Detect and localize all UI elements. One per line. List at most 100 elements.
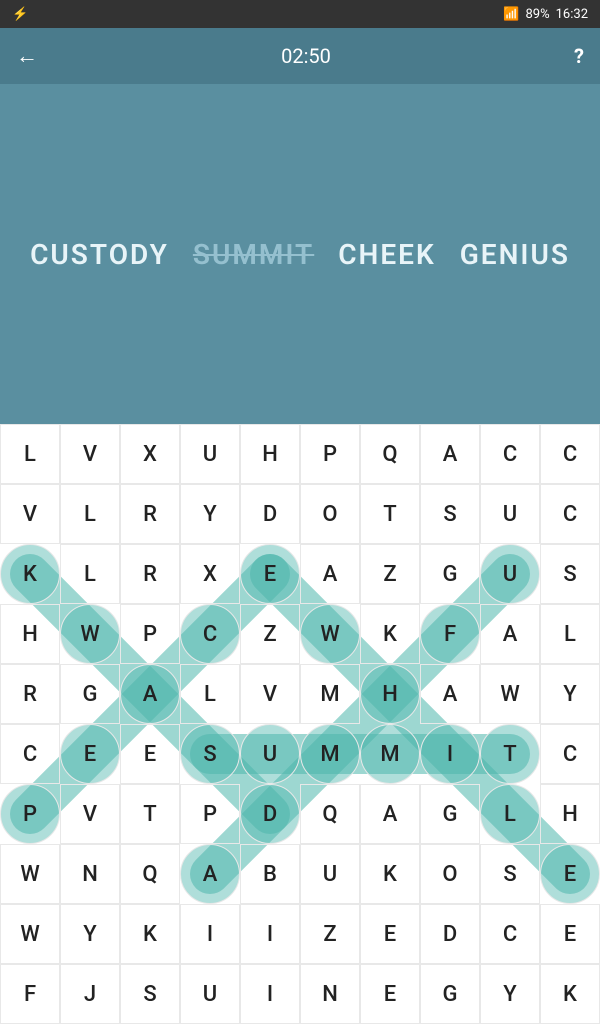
grid-cell[interactable]: H xyxy=(0,604,60,664)
grid-cell[interactable]: C xyxy=(540,724,600,784)
grid-cell[interactable]: O xyxy=(420,844,480,904)
grid-cell[interactable]: K xyxy=(0,544,60,604)
grid-cell[interactable]: X xyxy=(180,544,240,604)
grid-cell[interactable]: X xyxy=(120,424,180,484)
grid-cell[interactable]: M xyxy=(360,724,420,784)
grid-cell[interactable]: R xyxy=(120,544,180,604)
grid-cell[interactable]: R xyxy=(120,484,180,544)
grid-cell[interactable]: P xyxy=(0,784,60,844)
grid-cell[interactable]: T xyxy=(360,484,420,544)
grid-cell[interactable]: S xyxy=(120,964,180,1024)
grid-cell[interactable]: Q xyxy=(300,784,360,844)
grid-cell[interactable]: V xyxy=(240,664,300,724)
grid-cell[interactable]: T xyxy=(120,784,180,844)
grid-cell[interactable]: A xyxy=(180,844,240,904)
grid-cell[interactable]: L xyxy=(180,664,240,724)
grid-cell[interactable]: Z xyxy=(360,544,420,604)
grid-cell[interactable]: C xyxy=(480,904,540,964)
grid-cell[interactable]: V xyxy=(60,424,120,484)
grid-cell[interactable]: I xyxy=(240,904,300,964)
grid-cell[interactable]: Y xyxy=(180,484,240,544)
grid-cell[interactable]: N xyxy=(60,844,120,904)
grid-cell[interactable]: K xyxy=(540,964,600,1024)
grid-cell[interactable]: W xyxy=(0,904,60,964)
grid-cell[interactable]: A xyxy=(420,664,480,724)
grid-cell[interactable]: W xyxy=(480,664,540,724)
grid-cell[interactable]: T xyxy=(480,724,540,784)
grid-cell[interactable]: V xyxy=(0,484,60,544)
grid-cell[interactable]: J xyxy=(60,964,120,1024)
grid-cell[interactable]: K xyxy=(360,604,420,664)
grid-cell[interactable]: C xyxy=(180,604,240,664)
grid-cell[interactable]: M xyxy=(300,724,360,784)
grid-cell[interactable]: W xyxy=(60,604,120,664)
grid-cell[interactable]: P xyxy=(180,784,240,844)
grid-cell[interactable]: U xyxy=(480,484,540,544)
grid-cell[interactable]: A xyxy=(300,544,360,604)
grid-cell[interactable]: U xyxy=(300,844,360,904)
grid-cell[interactable]: U xyxy=(240,724,300,784)
grid-cell[interactable]: C xyxy=(540,424,600,484)
grid-cell[interactable]: P xyxy=(120,604,180,664)
grid-cell[interactable]: I xyxy=(420,724,480,784)
grid-cell[interactable]: F xyxy=(0,964,60,1024)
grid-cell[interactable]: E xyxy=(540,844,600,904)
grid-cell[interactable]: D xyxy=(420,904,480,964)
grid-cell[interactable]: S xyxy=(180,724,240,784)
grid-cell[interactable]: G xyxy=(420,544,480,604)
grid-cell[interactable]: G xyxy=(60,664,120,724)
grid-cell[interactable]: Y xyxy=(540,664,600,724)
grid-cell[interactable]: S xyxy=(540,544,600,604)
grid-cell[interactable]: O xyxy=(300,484,360,544)
grid-cell[interactable]: Q xyxy=(120,844,180,904)
grid-cell[interactable]: P xyxy=(300,424,360,484)
grid-cell[interactable]: R xyxy=(0,664,60,724)
grid-cell[interactable]: L xyxy=(480,784,540,844)
grid-cell[interactable]: E xyxy=(120,724,180,784)
grid-cell[interactable]: A xyxy=(420,424,480,484)
grid-cell[interactable]: F xyxy=(420,604,480,664)
grid-cell[interactable]: A xyxy=(120,664,180,724)
grid-cell[interactable]: W xyxy=(300,604,360,664)
grid-cell[interactable]: G xyxy=(420,964,480,1024)
grid-cell[interactable]: Z xyxy=(300,904,360,964)
grid-cell[interactable]: G xyxy=(420,784,480,844)
grid-cell[interactable]: U xyxy=(480,544,540,604)
grid-cell[interactable]: Z xyxy=(240,604,300,664)
grid-cell[interactable]: S xyxy=(480,844,540,904)
grid-cell[interactable]: L xyxy=(60,484,120,544)
grid-cell[interactable]: E xyxy=(360,964,420,1024)
grid-cell[interactable]: U xyxy=(180,424,240,484)
grid-cell[interactable]: U xyxy=(180,964,240,1024)
grid-cell[interactable]: E xyxy=(360,904,420,964)
grid-cell[interactable]: Y xyxy=(480,964,540,1024)
grid-cell[interactable]: H xyxy=(240,424,300,484)
grid-cell[interactable]: Q xyxy=(360,424,420,484)
grid-cell[interactable]: H xyxy=(540,784,600,844)
grid-cell[interactable]: E xyxy=(60,724,120,784)
grid-cell[interactable]: V xyxy=(60,784,120,844)
grid-cell[interactable]: A xyxy=(360,784,420,844)
grid-cell[interactable]: A xyxy=(480,604,540,664)
grid-cell[interactable]: C xyxy=(540,484,600,544)
grid-cell[interactable]: L xyxy=(0,424,60,484)
grid-cell[interactable]: D xyxy=(240,784,300,844)
grid-cell[interactable]: N xyxy=(300,964,360,1024)
grid-cell[interactable]: M xyxy=(300,664,360,724)
grid-cell[interactable]: L xyxy=(60,544,120,604)
grid-cell[interactable]: I xyxy=(180,904,240,964)
grid-cell[interactable]: E xyxy=(240,544,300,604)
help-button[interactable]: ? xyxy=(574,44,584,68)
grid-cell[interactable]: C xyxy=(480,424,540,484)
grid-cell[interactable]: D xyxy=(240,484,300,544)
grid-cell[interactable]: H xyxy=(360,664,420,724)
grid-cell[interactable]: Y xyxy=(60,904,120,964)
grid-cell[interactable]: S xyxy=(420,484,480,544)
grid-cell[interactable]: C xyxy=(0,724,60,784)
grid-cell[interactable]: E xyxy=(540,904,600,964)
grid-cell[interactable]: I xyxy=(240,964,300,1024)
grid-cell[interactable]: B xyxy=(240,844,300,904)
grid-cell[interactable]: W xyxy=(0,844,60,904)
grid-cell[interactable]: K xyxy=(360,844,420,904)
grid-cell[interactable]: L xyxy=(540,604,600,664)
